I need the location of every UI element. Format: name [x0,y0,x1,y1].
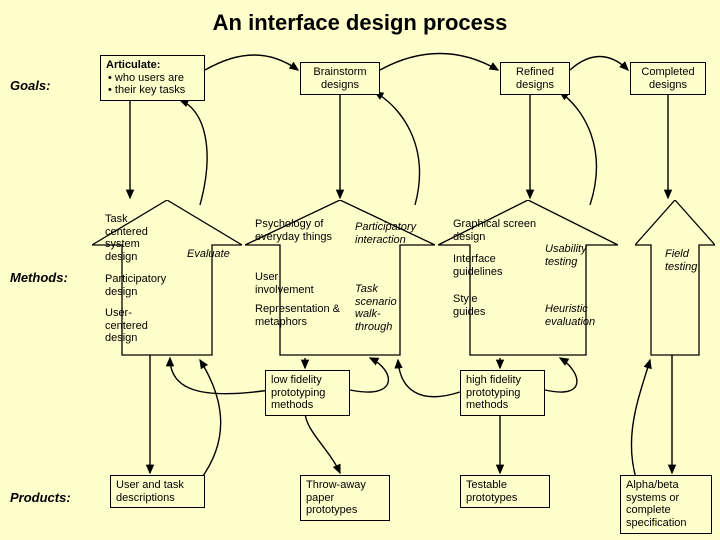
m-hifi: high fidelity prototyping methods [460,370,545,416]
m-style: Style guides [448,290,503,321]
m-gsd: Graphical screen design [448,215,546,246]
articulate-b2: • their key tasks [106,84,199,97]
m-task-centered: Task centered system design [100,210,170,267]
articulate-b1: • who users are [106,72,199,85]
m-rep-met: Representation & metaphors [250,300,350,331]
m-part-int: Participatory interaction [350,218,435,249]
goal-articulate: Articulate: • who users are • their key … [100,55,205,101]
m-field: Field testing [660,245,715,276]
goal-brainstorm: Brainstorm designs [300,62,380,95]
p-alpha: Alpha/beta systems or complete specifica… [620,475,712,534]
goal-refined: Refined designs [500,62,570,95]
goal-completed: Completed designs [630,62,706,95]
m-lofi: low fidelity prototyping methods [265,370,350,416]
m-part-design: Participatory design [100,270,185,301]
m-task-scen: Task scenario walk-through [350,280,420,337]
articulate-title: Articulate: [106,59,199,72]
m-user-inv: User involvement [250,268,335,299]
m-psych: Psychology of everyday things [250,215,340,246]
row-label-methods: Methods: [10,270,68,285]
m-heuristic: Heuristic evaluation [540,300,610,331]
up-arrow-col4 [635,200,715,360]
p-utd: User and task descriptions [110,475,205,508]
row-label-products: Products: [10,490,71,505]
m-ucd: User-centered design [100,304,170,348]
p-testable: Testable prototypes [460,475,550,508]
page-title: An interface design process [0,10,720,36]
m-usability: Usability testing [540,240,600,271]
m-evaluate: Evaluate [182,245,242,264]
diagram-canvas: An interface design process Goals: Metho… [0,0,720,540]
m-ifg: Interface guidelines [448,250,518,281]
row-label-goals: Goals: [10,78,50,93]
p-throwaway: Throw-away paper prototypes [300,475,390,521]
